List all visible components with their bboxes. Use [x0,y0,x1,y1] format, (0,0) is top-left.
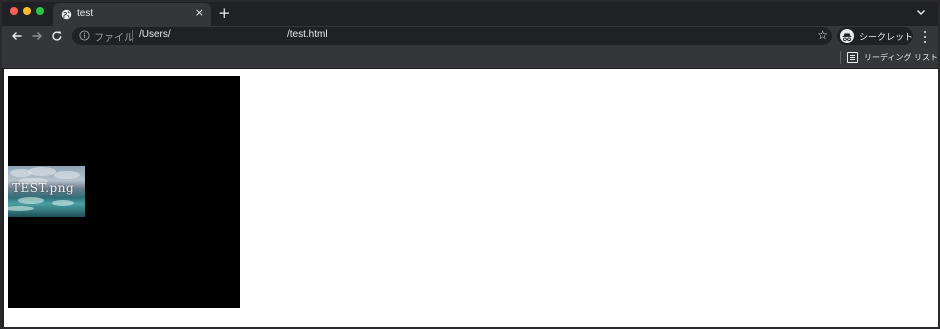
tab-close-icon[interactable]: × [195,7,204,19]
star-icon[interactable]: ☆ [817,28,828,43]
black-canvas: TEST.png [8,76,240,308]
test-image: TEST.png [8,166,85,217]
reload-button[interactable] [49,27,65,45]
address-bar[interactable]: ファイル /Users/ /test.html ☆ [72,27,832,45]
chevron-down-icon[interactable] [915,6,927,18]
back-button[interactable] [9,27,25,45]
tab-title: test [77,8,94,19]
window-close-button[interactable] [10,7,18,15]
globe-icon [61,9,72,20]
incognito-label: シークレット [859,33,914,43]
bookmarks-separator [840,51,841,64]
reading-list-button[interactable]: リーディング リスト [864,52,938,63]
tab-test[interactable]: test × [53,3,211,26]
image-caption: TEST.png [12,181,75,195]
address-separator [132,30,133,42]
info-icon[interactable] [79,30,90,41]
more-vert-icon[interactable] [921,28,929,44]
window-minimize-button[interactable] [23,7,31,15]
arrow-left-icon [12,32,22,40]
incognito-icon [840,29,854,43]
window-maximize-button[interactable] [36,7,44,15]
url-path-end: /test.html [287,29,328,40]
page-content: TEST.png [4,69,938,327]
reload-icon [52,31,62,41]
bookmarks-bar: リーディング リスト [2,46,938,69]
new-tab-button[interactable]: + [218,4,231,22]
browser-toolbar: ファイル /Users/ /test.html ☆ シークレット [2,26,938,46]
reading-list-icon[interactable] [847,52,858,63]
scheme-label: ファイル [94,33,134,44]
url-path-start: /Users/ [139,29,171,40]
tab-strip: test × + [2,2,938,26]
incognito-indicator[interactable]: シークレット [837,27,913,45]
arrow-right-icon [32,32,42,40]
forward-button[interactable] [29,27,45,45]
browser-window: test × + ファイル /Users/ /test.html ☆ シークレッ… [0,0,940,329]
